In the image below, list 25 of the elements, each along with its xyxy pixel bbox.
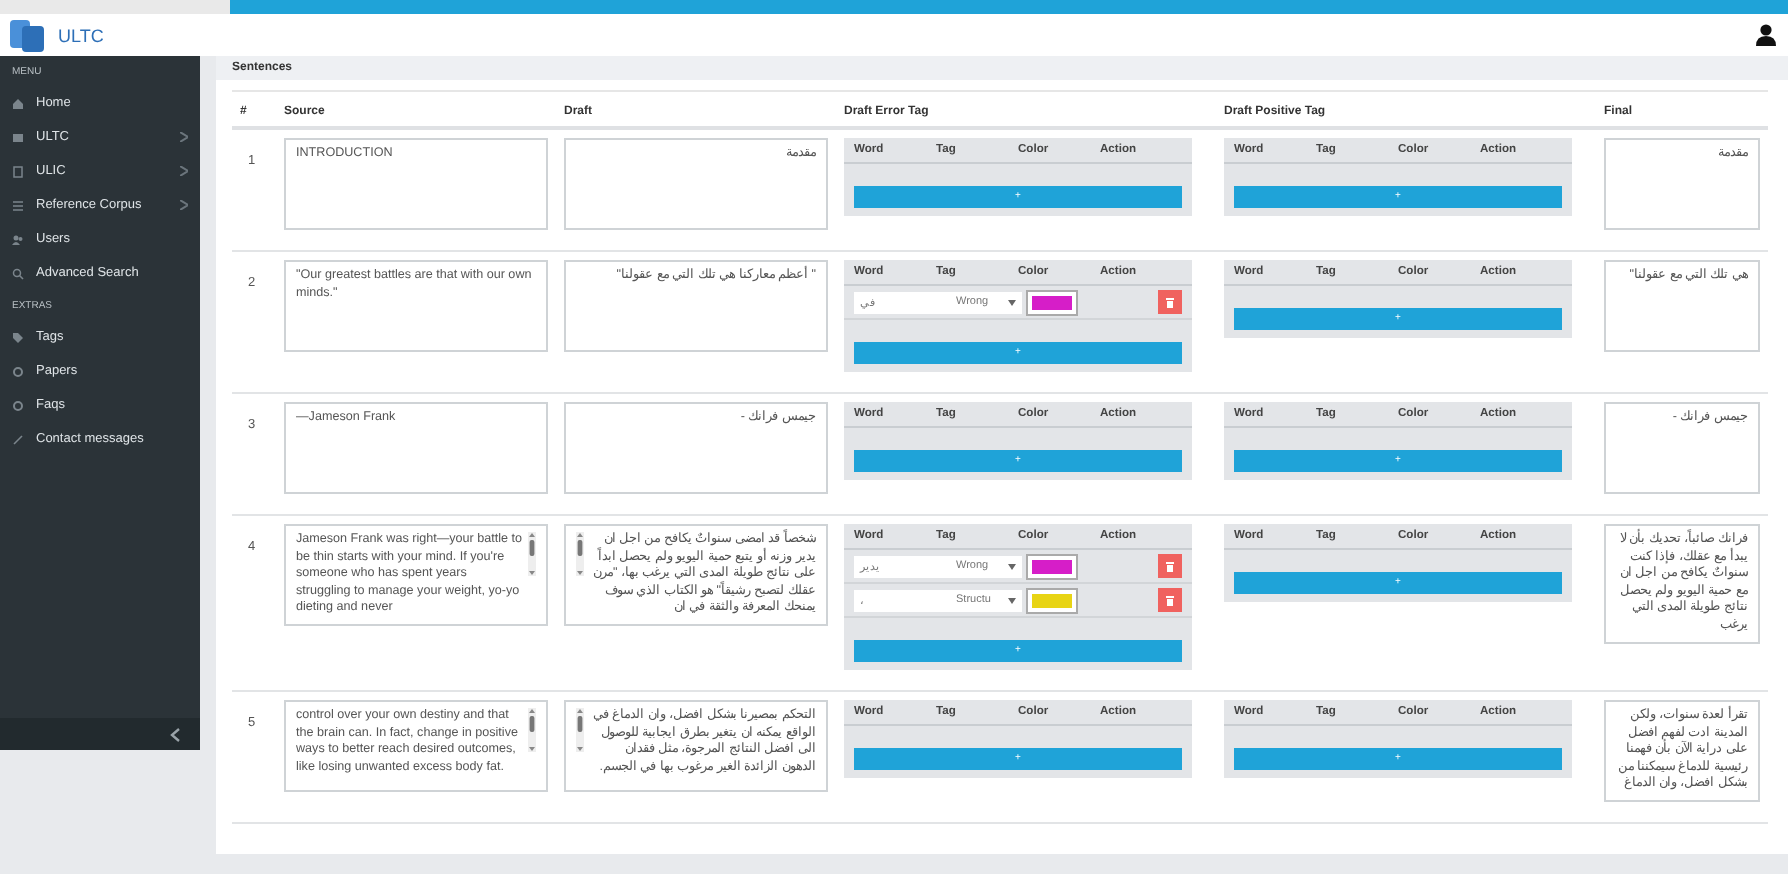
- logo-text: ULTC: [58, 25, 104, 45]
- delete-button[interactable]: [1158, 290, 1182, 314]
- trash-icon: [1166, 595, 1174, 605]
- menu-icon: [12, 233, 24, 245]
- caret-icon: [1008, 299, 1016, 305]
- menu-icon: [12, 199, 24, 211]
- color-swatch[interactable]: [1027, 589, 1076, 611]
- menu-icon: [12, 399, 24, 411]
- delete-button[interactable]: [1158, 554, 1182, 578]
- caret-icon: [1008, 597, 1016, 603]
- collapse-icon[interactable]: [170, 727, 180, 741]
- user-icon[interactable]: [1756, 24, 1776, 46]
- menu-icon: [12, 433, 24, 445]
- color-swatch[interactable]: [1027, 555, 1076, 577]
- caret-icon: [1008, 563, 1016, 569]
- menu-icon: [12, 165, 24, 177]
- menu-icon: [12, 131, 24, 143]
- menu-icon: [12, 365, 24, 377]
- delete-button[interactable]: [1158, 588, 1182, 612]
- trash-icon: [1166, 561, 1174, 571]
- menu-icon: [12, 97, 24, 109]
- menu-icon: [12, 331, 24, 343]
- trash-icon: [1166, 297, 1174, 307]
- color-swatch[interactable]: [1027, 291, 1076, 313]
- menu-icon: [12, 267, 24, 279]
